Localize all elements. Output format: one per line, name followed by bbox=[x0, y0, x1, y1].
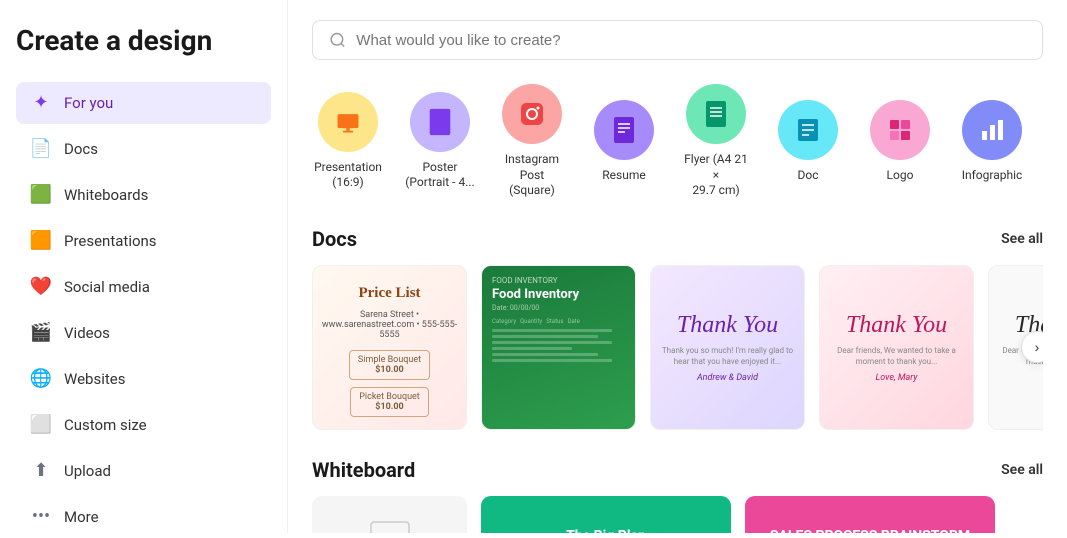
design-type-resume[interactable]: Resume bbox=[588, 100, 660, 184]
sidebar-label-docs: Docs bbox=[64, 140, 98, 158]
search-bar[interactable] bbox=[312, 20, 1043, 60]
infographic-label: Infographic bbox=[962, 168, 1023, 184]
doc-icon bbox=[778, 100, 838, 160]
whiteboard-section-header: Whiteboard See all bbox=[312, 458, 1043, 482]
docs-cards-row: Price List Sarena Street • www.sarenastr… bbox=[312, 265, 1043, 430]
instagram-icon bbox=[502, 84, 562, 144]
doc-label: Doc bbox=[798, 168, 819, 184]
resume-icon bbox=[594, 100, 654, 160]
docs-card-thankyou-purple[interactable]: Thank You Thank you so much! I'm really … bbox=[650, 265, 805, 430]
flyer-label: Flyer (A4 21 ×29.7 cm) bbox=[680, 152, 752, 199]
sidebar-label-websites: Websites bbox=[64, 370, 125, 388]
sidebar-item-videos[interactable]: 🎬 Videos bbox=[16, 312, 271, 354]
design-type-logo[interactable]: Logo bbox=[864, 100, 936, 184]
websites-icon: 🌐 bbox=[30, 368, 52, 390]
sidebar-item-for-you[interactable]: ✦ For you bbox=[16, 82, 271, 124]
docs-card-thankyou-pink[interactable]: Thank You Dear friends, We wanted to tak… bbox=[819, 265, 974, 430]
docs-icon: 📄 bbox=[30, 138, 52, 160]
videos-icon: 🎬 bbox=[30, 322, 52, 344]
design-type-poster[interactable]: Poster(Portrait - 4... bbox=[404, 92, 476, 191]
design-type-flyer[interactable]: Flyer (A4 21 ×29.7 cm) bbox=[680, 84, 752, 199]
sidebar-item-presentations[interactable]: 🟧 Presentations bbox=[16, 220, 271, 262]
upload-icon: ⬆ bbox=[30, 460, 52, 482]
poster-icon bbox=[410, 92, 470, 152]
flyer-icon bbox=[686, 84, 746, 144]
sidebar-label-for-you: For you bbox=[64, 94, 113, 112]
main-content: Presentation(16:9) Poster(Portrait - 4..… bbox=[288, 0, 1067, 533]
sidebar-item-websites[interactable]: 🌐 Websites bbox=[16, 358, 271, 400]
sidebar: Create a design ✦ For you 📄 Docs 🟩 White… bbox=[0, 0, 288, 533]
docs-see-all-button[interactable]: See all bbox=[1001, 231, 1043, 247]
presentation-icon bbox=[318, 92, 378, 152]
sidebar-label-videos: Videos bbox=[64, 324, 110, 342]
sidebar-item-social-media[interactable]: ❤️ Social media bbox=[16, 266, 271, 308]
sidebar-item-whiteboards[interactable]: 🟩 Whiteboards bbox=[16, 174, 271, 216]
docs-card-pricelist[interactable]: Price List Sarena Street • www.sarenastr… bbox=[312, 265, 467, 430]
search-icon bbox=[329, 31, 346, 49]
instagram-label: InstagramPost (Square) bbox=[496, 152, 568, 199]
sidebar-item-upload[interactable]: ⬆ Upload bbox=[16, 450, 271, 492]
resume-label: Resume bbox=[602, 168, 645, 184]
sidebar-label-presentations: Presentations bbox=[64, 232, 157, 250]
docs-section-header: Docs See all bbox=[312, 227, 1043, 251]
whiteboards-icon: 🟩 bbox=[30, 184, 52, 206]
page-title: Create a design bbox=[16, 24, 271, 58]
infographic-icon bbox=[962, 100, 1022, 160]
presentation-label: Presentation(16:9) bbox=[314, 160, 382, 191]
docs-section-title: Docs bbox=[312, 227, 357, 251]
sidebar-label-whiteboards: Whiteboards bbox=[64, 186, 148, 204]
design-type-infographic[interactable]: Infographic bbox=[956, 100, 1028, 184]
design-type-doc[interactable]: Doc bbox=[772, 100, 844, 184]
search-input[interactable] bbox=[356, 32, 1026, 49]
custom-size-icon: ⬜ bbox=[30, 414, 52, 436]
whiteboard-section-title: Whiteboard bbox=[312, 458, 415, 482]
whiteboard-card-sales[interactable]: SALES PROCESS BRAINSTORM bbox=[745, 496, 995, 533]
sidebar-item-custom-size[interactable]: ⬜ Custom size bbox=[16, 404, 271, 446]
whiteboard-big-plan-label: The Big Plan bbox=[566, 528, 646, 533]
sparkle-icon: ✦ bbox=[30, 92, 52, 114]
whiteboard-sales-label: SALES PROCESS BRAINSTORM bbox=[770, 528, 970, 533]
more-icon: ••• bbox=[30, 506, 52, 528]
sidebar-label-more: More bbox=[64, 508, 99, 526]
presentations-icon: 🟧 bbox=[30, 230, 52, 252]
design-type-presentation[interactable]: Presentation(16:9) bbox=[312, 92, 384, 191]
design-type-instagram[interactable]: InstagramPost (Square) bbox=[496, 84, 568, 199]
sidebar-label-social: Social media bbox=[64, 278, 150, 296]
poster-label: Poster(Portrait - 4... bbox=[405, 160, 474, 191]
sidebar-label-custom: Custom size bbox=[64, 416, 147, 434]
logo-label: Logo bbox=[887, 168, 914, 184]
design-types-row: Presentation(16:9) Poster(Portrait - 4..… bbox=[312, 84, 1043, 199]
social-media-icon: ❤️ bbox=[30, 276, 52, 298]
whiteboard-card-blank[interactable] bbox=[312, 496, 467, 533]
sidebar-label-upload: Upload bbox=[64, 462, 111, 480]
logo-icon bbox=[870, 100, 930, 160]
sidebar-item-docs[interactable]: 📄 Docs bbox=[16, 128, 271, 170]
whiteboard-card-big-plan[interactable]: The Big Plan bbox=[481, 496, 731, 533]
whiteboard-see-all-button[interactable]: See all bbox=[1001, 462, 1043, 478]
sidebar-item-more[interactable]: ••• More bbox=[16, 496, 271, 538]
docs-card-food-inventory[interactable]: FOOD INVENTORY Food Inventory Date: 00/0… bbox=[481, 265, 636, 430]
whiteboard-cards-row: The Big Plan SALES PROCESS BRAINSTORM bbox=[312, 496, 1043, 533]
